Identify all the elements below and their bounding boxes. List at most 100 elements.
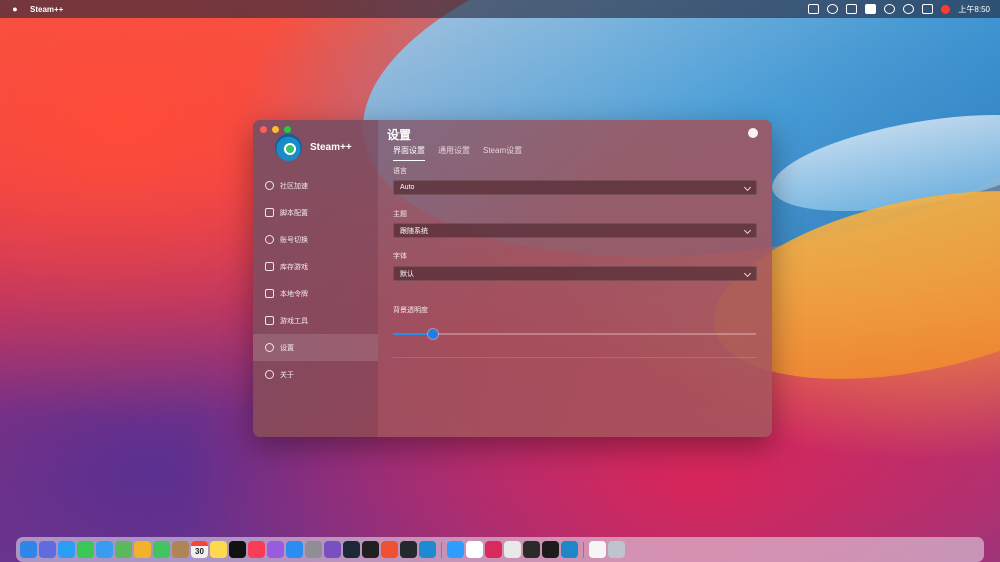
slider-thumb[interactable] (427, 329, 438, 339)
user-switch-icon (265, 235, 274, 244)
dock-facetime-icon[interactable] (153, 541, 170, 558)
steam-plus-plus-logo-icon (275, 134, 302, 161)
sidebar-item-label: 库存游戏 (280, 263, 308, 271)
sidebar-item-script-config[interactable]: 脚本配置 (253, 199, 378, 226)
sidebar-item-community-acceleration[interactable]: 社区加速 (253, 172, 378, 199)
window-icon[interactable] (846, 4, 858, 14)
screen-mirroring-icon[interactable] (808, 4, 820, 14)
sidebar-item-game-tools[interactable]: 游戏工具 (253, 307, 378, 334)
dock-messages-icon[interactable] (77, 541, 94, 558)
font-label: 字体 (393, 253, 407, 260)
dock-git-icon[interactable] (381, 541, 398, 558)
section-divider (393, 357, 757, 358)
search-icon[interactable] (903, 4, 915, 14)
slider-fill (393, 333, 433, 335)
sidebar-item-library-games[interactable]: 库存游戏 (253, 253, 378, 280)
background-opacity-label: 背景透明度 (393, 307, 428, 314)
font-value: 默认 (400, 270, 414, 278)
language-select[interactable]: Auto (393, 180, 757, 195)
chevron-down-icon (743, 183, 752, 192)
gamepad-icon (265, 262, 274, 271)
user-avatar-icon[interactable] (748, 128, 758, 138)
dock (16, 537, 984, 562)
steam-plus-plus-window: Steam++ 社区加速 脚本配置 账号切换 库存游戏 本地令牌 游戏工具 设置… (253, 120, 772, 437)
font-select[interactable]: 默认 (393, 266, 757, 281)
dock-photos-icon[interactable] (134, 541, 151, 558)
sidebar-item-about[interactable]: 关于 (253, 361, 378, 388)
dock-github-icon[interactable] (400, 541, 417, 558)
window-controls (260, 126, 291, 133)
dock-trash-icon[interactable] (608, 541, 625, 558)
settings-icon (265, 343, 274, 352)
sidebar-item-account-switch[interactable]: 账号切换 (253, 226, 378, 253)
brand-name: Steam++ (310, 142, 352, 153)
settings-panel: 设置 界面设置 通用设置 Steam设置 语言 Auto 主题 跟随系统 字体 … (378, 120, 772, 437)
sidebar-item-local-token[interactable]: 本地令牌 (253, 280, 378, 307)
dock-safari-icon[interactable] (58, 541, 75, 558)
zoom-button[interactable] (284, 126, 291, 133)
sidebar: Steam++ 社区加速 脚本配置 账号切换 库存游戏 本地令牌 游戏工具 设置… (253, 120, 378, 437)
dock-separator (441, 541, 442, 558)
dock-finder-icon[interactable] (20, 541, 37, 558)
info-icon (265, 370, 274, 379)
dock-steam-icon[interactable] (343, 541, 360, 558)
control-center-icon[interactable] (922, 4, 934, 14)
dock-launchpad-icon[interactable] (39, 541, 56, 558)
page-title: 设置 (387, 128, 412, 142)
sidebar-item-label: 账号切换 (280, 236, 308, 244)
dock-chrome-icon[interactable] (466, 541, 483, 558)
sidebar-nav: 社区加速 脚本配置 账号切换 库存游戏 本地令牌 游戏工具 设置 关于 (253, 172, 378, 388)
dock-maps-icon[interactable] (115, 541, 132, 558)
dock-terminal-icon[interactable] (362, 541, 379, 558)
chevron-down-icon (743, 226, 752, 235)
background-opacity-slider[interactable] (393, 329, 756, 339)
language-value: Auto (400, 184, 415, 191)
menu-bar-status-items: 上午8:50 (808, 4, 990, 15)
tab-interface-settings[interactable]: 界面设置 (393, 145, 425, 161)
dock-instruments-icon[interactable] (542, 541, 559, 558)
dock-system-preferences-icon[interactable] (305, 541, 322, 558)
tab-general-settings[interactable]: 通用设置 (438, 145, 470, 161)
dock-terminal-2-icon[interactable] (523, 541, 540, 558)
notification-dot-icon[interactable] (941, 4, 951, 14)
wifi-icon[interactable] (884, 4, 896, 14)
settings-tabs: 界面设置 通用设置 Steam设置 (393, 145, 522, 161)
dock-steam-plus-plus-icon[interactable] (561, 541, 578, 558)
dock-apple-tv-icon[interactable] (229, 541, 246, 558)
dock-music-icon[interactable] (248, 541, 265, 558)
tab-steam-settings[interactable]: Steam设置 (483, 145, 522, 161)
text-input-icon[interactable] (865, 4, 877, 14)
dock-reminders-icon[interactable] (191, 541, 208, 558)
dock-xcode-icon[interactable] (447, 541, 464, 558)
language-label: 语言 (393, 168, 407, 175)
shield-icon (265, 289, 274, 298)
apple-logo-icon[interactable]: ● (10, 4, 20, 14)
sidebar-item-settings[interactable]: 设置 (253, 334, 378, 361)
sidebar-item-label: 游戏工具 (280, 317, 308, 325)
sidebar-item-label: 设置 (280, 344, 294, 352)
dock-vscode-icon[interactable] (419, 541, 436, 558)
dock-mail-icon[interactable] (96, 541, 113, 558)
dock-notes-icon[interactable] (210, 541, 227, 558)
minimize-button[interactable] (272, 126, 279, 133)
menu-bar: ● Steam++ 上午8:50 (0, 0, 1000, 18)
rocket-icon (265, 181, 274, 190)
script-icon (265, 208, 274, 217)
dock-rider-icon[interactable] (485, 541, 502, 558)
moon-icon[interactable] (827, 4, 839, 14)
dock-visual-studio-icon[interactable] (324, 541, 341, 558)
close-button[interactable] (260, 126, 267, 133)
sidebar-item-label: 关于 (280, 371, 294, 379)
dock-preview-icon[interactable] (589, 541, 606, 558)
sidebar-item-label: 社区加速 (280, 182, 308, 190)
menu-bar-clock[interactable]: 上午8:50 (958, 4, 990, 15)
dock-separator (583, 541, 584, 558)
dock-app-store-icon[interactable] (286, 541, 303, 558)
dock-podcasts-icon[interactable] (267, 541, 284, 558)
theme-label: 主题 (393, 211, 407, 218)
dock-settings-icon[interactable] (504, 541, 521, 558)
theme-select[interactable]: 跟随系统 (393, 223, 757, 238)
active-app-name[interactable]: Steam++ (30, 5, 63, 14)
dock-contacts-icon[interactable] (172, 541, 189, 558)
theme-value: 跟随系统 (400, 227, 428, 235)
